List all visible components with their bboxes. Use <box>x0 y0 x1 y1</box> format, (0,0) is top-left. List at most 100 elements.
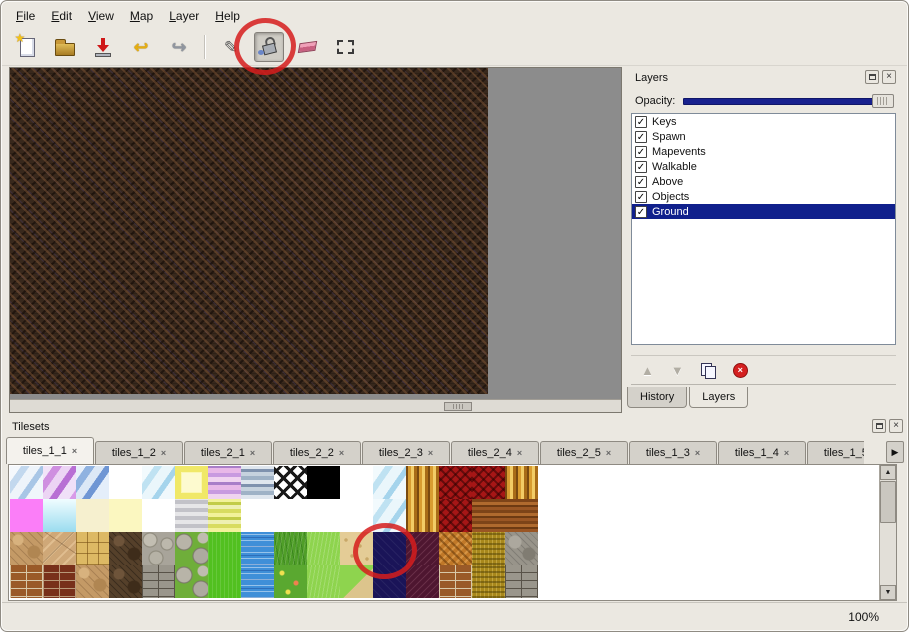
tile-brick-brown[interactable] <box>10 565 43 598</box>
tile-rock-dark[interactable] <box>109 565 142 598</box>
menu-view[interactable]: View <box>80 5 122 27</box>
tile-stone-gray[interactable] <box>505 532 538 565</box>
layer-row-objects[interactable]: ✓Objects <box>632 189 895 204</box>
tile-checker-bw[interactable] <box>274 466 307 499</box>
tile-navy-dark[interactable] <box>373 532 406 565</box>
redo-button[interactable]: ↪ <box>164 32 194 62</box>
tab-close-icon[interactable]: × <box>695 448 700 458</box>
tile-black[interactable] <box>307 466 340 499</box>
tab-close-icon[interactable]: × <box>72 446 77 456</box>
tile-grass-light[interactable] <box>307 565 340 598</box>
tile-grass-flowers[interactable] <box>274 565 307 598</box>
tab-close-icon[interactable]: × <box>161 448 166 458</box>
menu-help[interactable]: Help <box>207 5 248 27</box>
tile-stone-tan[interactable] <box>10 532 43 565</box>
tileset-tab-tiles_1_5[interactable]: tiles_1_5× <box>807 441 864 464</box>
menu-layer[interactable]: Layer <box>161 5 207 27</box>
scroll-down-button[interactable]: ▼ <box>880 585 896 600</box>
move-layer-up-button[interactable]: ▲ <box>641 363 654 378</box>
tile-stones-grass[interactable] <box>175 565 208 598</box>
tile-green-bright[interactable] <box>208 565 241 598</box>
tile-crystal-cyan[interactable] <box>142 466 175 499</box>
layer-visible-checkbox[interactable]: ✓ <box>635 206 647 218</box>
menu-map[interactable]: Map <box>122 5 161 27</box>
tileset-tab-tiles_2_5[interactable]: tiles_2_5× <box>540 441 628 464</box>
save-button[interactable] <box>88 32 118 62</box>
tile-water-blue[interactable] <box>241 532 274 565</box>
tile-crystal-cyan[interactable] <box>373 466 406 499</box>
undo-button[interactable]: ↩ <box>126 32 156 62</box>
tile-white[interactable] <box>307 499 340 532</box>
open-button[interactable] <box>50 32 80 62</box>
tile-stones-grass[interactable] <box>175 532 208 565</box>
tile-white[interactable] <box>340 466 373 499</box>
opacity-slider[interactable] <box>683 93 894 109</box>
tile-sand[interactable] <box>340 532 373 565</box>
tile-white[interactable] <box>241 499 274 532</box>
scroll-up-button[interactable]: ▲ <box>880 465 896 480</box>
close-panel-button[interactable]: × <box>889 419 903 433</box>
float-panel-button[interactable] <box>865 70 879 84</box>
tileset-tab-tiles_1_1[interactable]: tiles_1_1× <box>6 437 94 464</box>
tileset-tab-tiles_1_2[interactable]: tiles_1_2× <box>95 441 183 464</box>
tile-brick-gray[interactable] <box>505 565 538 598</box>
panel-tab-layers[interactable]: Layers <box>689 387 748 408</box>
tile-brick-red[interactable] <box>43 565 76 598</box>
fill-tool-button[interactable] <box>254 32 284 62</box>
eraser-tool-button[interactable] <box>292 32 322 62</box>
tile-crystal-cyan[interactable] <box>373 499 406 532</box>
tile-weave-olive[interactable] <box>472 565 505 598</box>
tab-close-icon[interactable]: × <box>428 448 433 458</box>
tile-stripes-yellow[interactable] <box>208 499 241 532</box>
select-tool-button[interactable] <box>330 32 360 62</box>
tile-white[interactable] <box>109 466 142 499</box>
scrollbar-thumb[interactable] <box>444 402 472 411</box>
tile-crystal-blue[interactable] <box>76 466 109 499</box>
tile-brick-brown[interactable] <box>439 565 472 598</box>
tile-stripes-blue[interactable] <box>241 466 274 499</box>
menu-file[interactable]: File <box>8 5 43 27</box>
tile-green-bright[interactable] <box>208 532 241 565</box>
layer-row-ground[interactable]: ✓Ground <box>632 204 895 219</box>
tile-weave-olive[interactable] <box>472 532 505 565</box>
tile-grass-green[interactable] <box>274 532 307 565</box>
tileset-tab-tiles_2_2[interactable]: tiles_2_2× <box>273 441 361 464</box>
tile-wood-planks[interactable] <box>472 499 505 532</box>
tile-cobble-gray[interactable] <box>142 532 175 565</box>
tile-gold-pillar[interactable] <box>406 499 439 532</box>
tab-close-icon[interactable]: × <box>339 448 344 458</box>
tab-close-icon[interactable]: × <box>606 448 611 458</box>
tileset-tab-tiles_2_1[interactable]: tiles_2_1× <box>184 441 272 464</box>
layer-visible-checkbox[interactable]: ✓ <box>635 191 647 203</box>
layer-visible-checkbox[interactable]: ✓ <box>635 146 647 158</box>
tileset-tab-tiles_2_3[interactable]: tiles_2_3× <box>362 441 450 464</box>
scrollbar-thumb[interactable] <box>880 481 896 523</box>
tab-close-icon[interactable]: × <box>784 448 789 458</box>
tile-carpet-maroon[interactable] <box>406 565 439 598</box>
tileset-tab-tiles_1_3[interactable]: tiles_1_3× <box>629 441 717 464</box>
tile-stone-tan[interactable] <box>76 565 109 598</box>
menu-edit[interactable]: Edit <box>43 5 80 27</box>
panel-tab-history[interactable]: History <box>627 387 687 408</box>
tile-gold-pillar[interactable] <box>505 466 538 499</box>
tile-weave-orange[interactable] <box>439 532 472 565</box>
layer-visible-checkbox[interactable]: ✓ <box>635 161 647 173</box>
tile-white[interactable] <box>340 499 373 532</box>
tile-wood-planks[interactable] <box>505 499 538 532</box>
tile-pale-yellow[interactable] <box>109 499 142 532</box>
tile-white[interactable] <box>142 499 175 532</box>
tileset-tab-tiles_2_4[interactable]: tiles_2_4× <box>451 441 539 464</box>
tile-red-carpet[interactable] <box>439 466 472 499</box>
new-map-button[interactable]: ★ <box>12 32 42 62</box>
tile-grass-light[interactable] <box>307 532 340 565</box>
tile-carpet-maroon[interactable] <box>406 532 439 565</box>
tile-water-blue[interactable] <box>241 565 274 598</box>
layer-row-mapevents[interactable]: ✓Mapevents <box>632 144 895 159</box>
layer-visible-checkbox[interactable]: ✓ <box>635 116 647 128</box>
tile-crystal-light[interactable] <box>10 466 43 499</box>
layer-row-keys[interactable]: ✓Keys <box>632 114 895 129</box>
tile-red-carpet[interactable] <box>472 466 505 499</box>
slider-track[interactable] <box>683 98 893 105</box>
tile-stripes-pink[interactable] <box>208 466 241 499</box>
map-horizontal-scrollbar[interactable] <box>10 399 621 412</box>
